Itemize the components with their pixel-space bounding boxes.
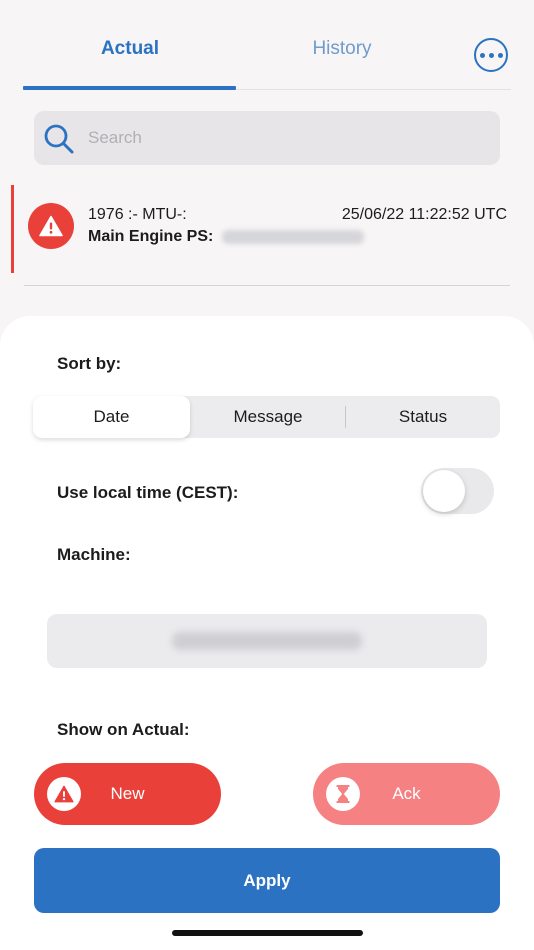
tab-bar: Actual History — [0, 0, 534, 92]
local-time-toggle[interactable] — [421, 468, 494, 514]
alarm-timestamp: 25/06/22 11:22:52 UTC — [341, 206, 507, 223]
tab-actual[interactable]: Actual — [24, 38, 236, 60]
redacted-text — [221, 229, 364, 244]
warning-icon — [28, 203, 74, 249]
tab-divider — [236, 89, 511, 90]
machine-label: Machine: — [57, 545, 131, 564]
alarm-status-bar — [11, 185, 14, 273]
ellipsis-circle-icon — [479, 52, 485, 58]
search-icon — [44, 124, 74, 154]
show-on-actual-label: Show on Actual: — [57, 720, 190, 739]
machine-select[interactable] — [47, 614, 487, 668]
sort-option-date[interactable]: Date — [33, 396, 190, 438]
search-input[interactable] — [88, 111, 488, 165]
filter-ack-label: Ack — [392, 784, 421, 803]
alarm-message: Main Engine PS: — [88, 228, 364, 246]
filter-new-button[interactable]: New — [34, 763, 221, 825]
filter-new-label: New — [110, 784, 145, 803]
alarm-message-prefix: Main Engine PS: — [88, 228, 214, 245]
search-bar[interactable] — [34, 111, 500, 165]
alarm-list-item[interactable]: 1976 :- MTU-: 25/06/22 11:22:52 UTC Main… — [0, 184, 534, 274]
list-divider — [24, 285, 510, 286]
apply-button[interactable]: Apply — [34, 848, 500, 913]
sort-by-label: Sort by: — [57, 354, 122, 373]
sort-option-status[interactable]: Status — [346, 396, 500, 438]
sort-filter-sheet: Sort by: Date Message Status Use local t… — [0, 316, 534, 950]
redacted-machine-name — [172, 632, 362, 650]
alarm-code: 1976 :- MTU-: — [88, 206, 187, 223]
local-time-label: Use local time (CEST): — [57, 483, 239, 502]
filter-ack-button[interactable]: Ack — [313, 763, 500, 825]
home-indicator — [172, 930, 363, 936]
more-options-button[interactable] — [474, 38, 508, 72]
sort-segmented-control: Date Message Status — [33, 396, 500, 438]
active-tab-indicator — [23, 86, 236, 90]
tab-history[interactable]: History — [240, 38, 444, 60]
toggle-knob — [423, 470, 465, 512]
sort-option-message[interactable]: Message — [190, 396, 346, 438]
